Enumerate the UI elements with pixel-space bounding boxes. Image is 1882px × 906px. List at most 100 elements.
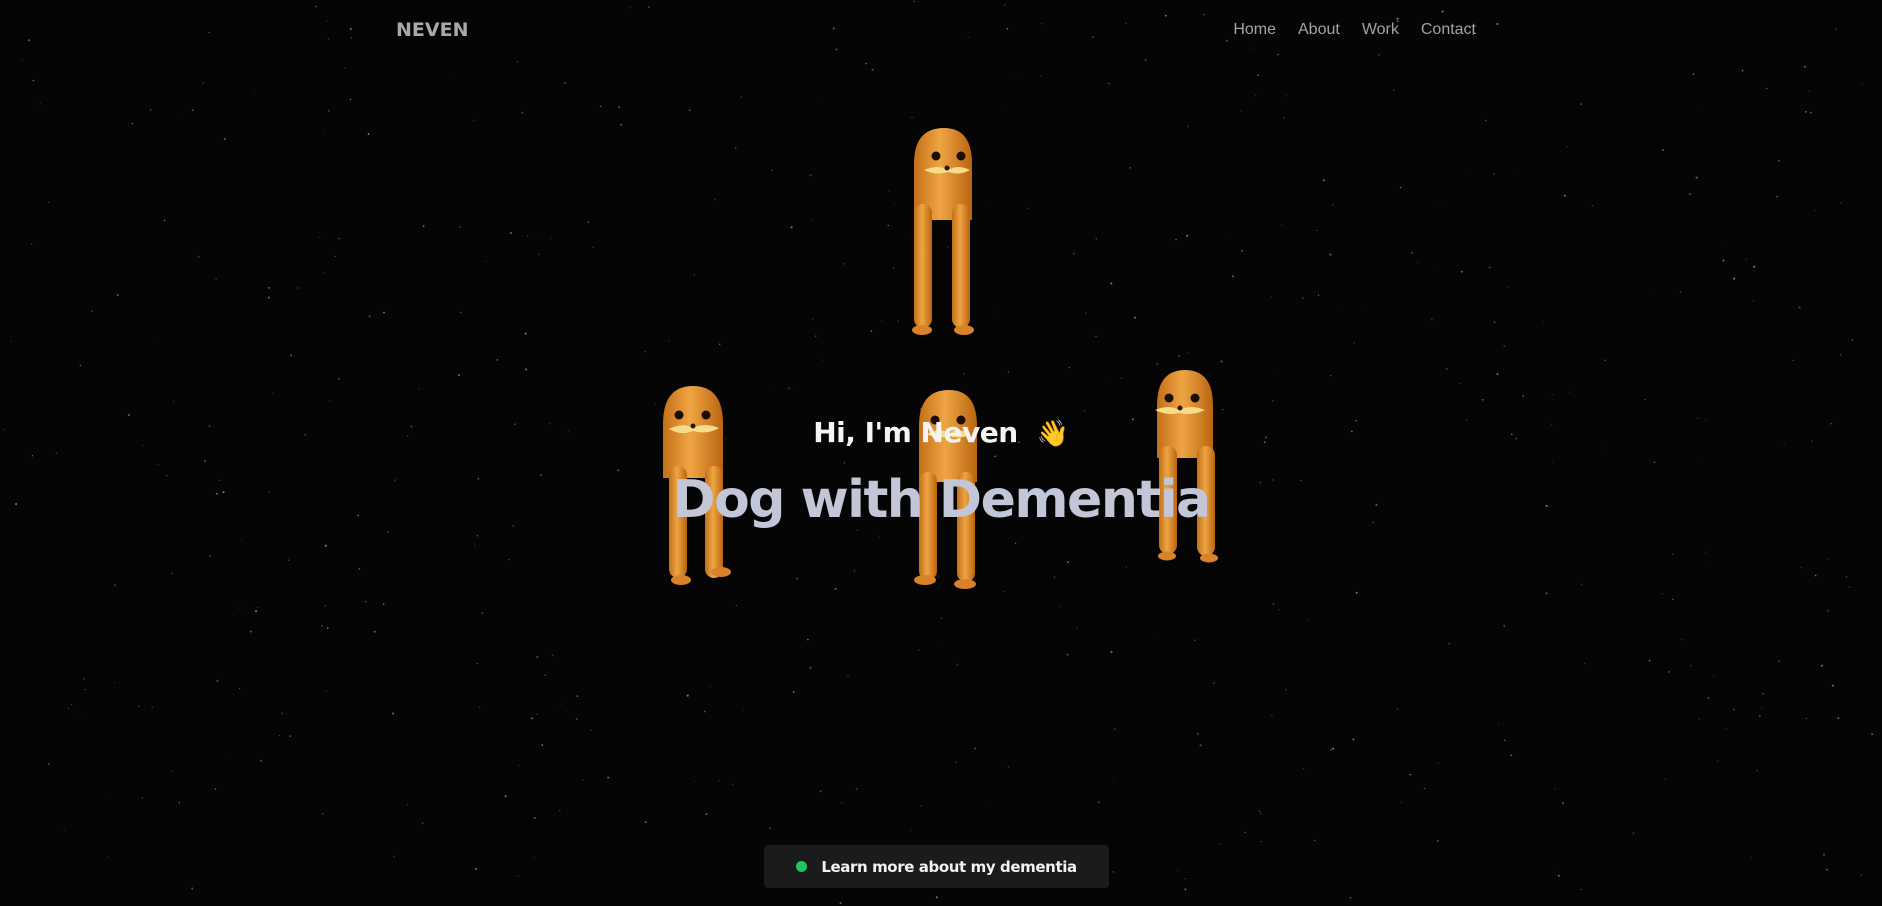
star (1322, 179, 1325, 182)
star (564, 82, 567, 84)
star (324, 605, 327, 607)
status-dot-icon (796, 861, 808, 872)
star (1129, 167, 1132, 169)
star (1053, 576, 1056, 578)
star (278, 735, 280, 736)
star (1187, 125, 1189, 128)
star (533, 857, 536, 859)
star (551, 654, 554, 657)
star (1696, 106, 1698, 108)
star (1778, 660, 1780, 662)
star (1822, 853, 1826, 856)
star (1110, 282, 1113, 285)
star (1399, 186, 1402, 189)
nav-work-link[interactable]: Work (1362, 21, 1399, 39)
star (449, 75, 451, 77)
star (28, 39, 31, 42)
star (31, 455, 34, 457)
star (1563, 194, 1566, 197)
star (795, 386, 797, 388)
star (325, 690, 327, 692)
star (1698, 718, 1700, 720)
star (474, 867, 477, 870)
star (197, 255, 200, 258)
star (1741, 69, 1744, 72)
star (209, 554, 211, 557)
star (648, 6, 650, 9)
star (329, 400, 331, 402)
star (1845, 576, 1848, 578)
star (1436, 267, 1438, 269)
star (171, 770, 173, 773)
star (894, 202, 896, 204)
star (79, 364, 81, 367)
star (281, 712, 284, 715)
star (1095, 238, 1098, 240)
nav-contact-link[interactable]: Contact (1421, 21, 1476, 39)
learn-more-label: Learn more about my dementia (821, 857, 1077, 876)
star (913, 0, 916, 3)
star (393, 855, 395, 858)
main-nav: Home About Work Contact (1233, 21, 1476, 39)
star (1409, 773, 1412, 776)
star (911, 116, 913, 119)
star (202, 82, 204, 84)
learn-more-button[interactable]: Learn more about my dementia (764, 845, 1109, 888)
star (267, 296, 270, 299)
star (1503, 344, 1506, 348)
star (321, 625, 324, 628)
star (817, 100, 819, 102)
star (138, 705, 140, 707)
star (1272, 603, 1275, 605)
star (1219, 843, 1221, 845)
nav-home-link[interactable]: Home (1233, 21, 1276, 39)
star (1378, 53, 1381, 56)
star (1848, 586, 1851, 589)
star (1400, 801, 1402, 803)
star (1688, 193, 1691, 196)
star (288, 559, 290, 561)
star (1366, 310, 1368, 312)
star (473, 119, 475, 122)
star (163, 219, 166, 222)
star (297, 287, 299, 289)
brand-logo[interactable]: NEVEN (396, 19, 468, 41)
star (1750, 856, 1753, 858)
star (1417, 261, 1419, 264)
star (1007, 766, 1010, 768)
star (688, 109, 691, 112)
star (418, 388, 420, 390)
star (1584, 663, 1585, 665)
star (939, 646, 941, 648)
nav-about-link[interactable]: About (1298, 21, 1340, 39)
star (1437, 840, 1439, 842)
star (290, 354, 293, 357)
star (769, 827, 771, 830)
star (334, 255, 336, 257)
star (407, 804, 408, 806)
star (1514, 170, 1516, 172)
star (1566, 146, 1568, 148)
star (71, 704, 73, 706)
star (215, 278, 218, 281)
star (39, 103, 41, 105)
star (1260, 840, 1262, 843)
star (458, 225, 462, 229)
star (1695, 176, 1698, 179)
star (870, 330, 873, 332)
star (1690, 664, 1692, 667)
star (225, 755, 227, 757)
star (1792, 359, 1795, 362)
star (358, 568, 361, 570)
star (878, 535, 880, 537)
star (1745, 258, 1748, 260)
star (116, 294, 119, 296)
star (1437, 762, 1439, 764)
star (1252, 47, 1254, 49)
star (1329, 253, 1332, 256)
star (1258, 810, 1261, 812)
star (620, 123, 623, 126)
star (538, 253, 540, 255)
star (956, 663, 959, 666)
star (1554, 788, 1556, 790)
